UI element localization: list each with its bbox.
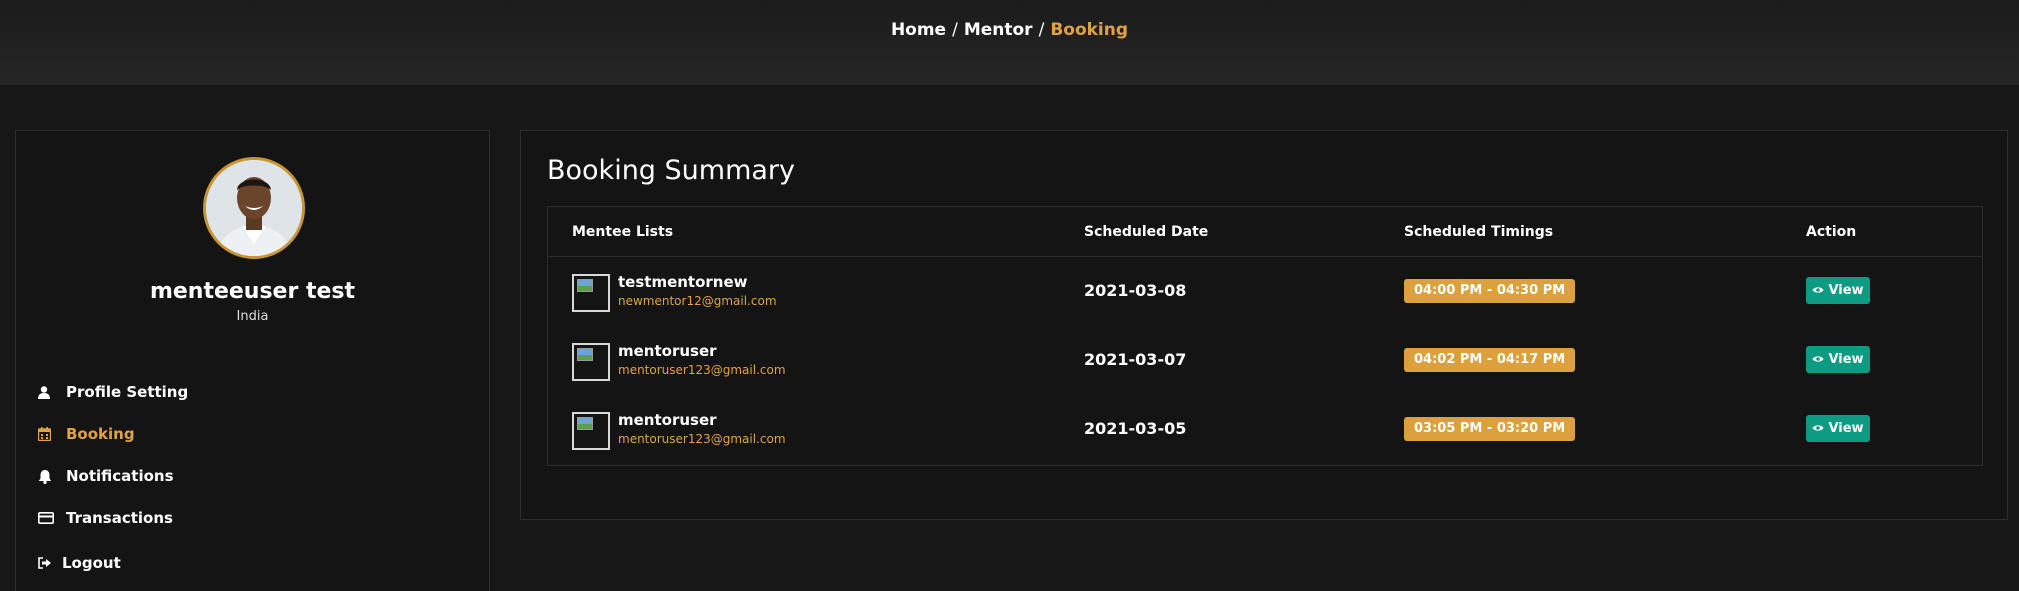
breadcrumb-current: Booking bbox=[1050, 20, 1129, 40]
breadcrumb-separator: / bbox=[1038, 20, 1045, 40]
scheduled-time-badge: 03:05 PM - 03:20 PM bbox=[1404, 417, 1576, 441]
avatar bbox=[203, 157, 305, 259]
scheduled-date: 2021-03-07 bbox=[1084, 350, 1187, 369]
mentor-email: mentoruser123@gmail.com bbox=[618, 432, 786, 446]
profile-sidebar: menteeuser test India Profile Setting Bo… bbox=[15, 130, 490, 591]
bell-icon bbox=[38, 469, 66, 484]
table-row: mentoruser mentoruser123@gmail.com 2021-… bbox=[548, 326, 1982, 395]
table-row: mentoruser mentoruser123@gmail.com 2021-… bbox=[548, 395, 1982, 464]
sign-out-icon bbox=[38, 557, 62, 569]
booking-summary-panel: Booking Summary Mentee Lists Scheduled D… bbox=[520, 130, 2008, 520]
scheduled-date: 2021-03-08 bbox=[1084, 281, 1187, 300]
column-header-scheduled-timings: Scheduled Timings bbox=[1404, 224, 1554, 240]
column-header-mentee-lists: Mentee Lists bbox=[572, 224, 674, 240]
sidebar-item-label: Profile Setting bbox=[66, 383, 189, 401]
eye-icon bbox=[1812, 421, 1824, 436]
breadcrumb: Home / Mentor / Booking bbox=[0, 20, 2019, 40]
sidebar-item-transactions[interactable]: Transactions bbox=[38, 497, 458, 539]
view-button[interactable]: View bbox=[1806, 415, 1870, 442]
scheduled-time-badge: 04:02 PM - 04:17 PM bbox=[1404, 348, 1576, 372]
mentor-image-broken[interactable] bbox=[572, 343, 610, 381]
profile-country: India bbox=[236, 309, 269, 324]
view-button-label: View bbox=[1828, 352, 1864, 367]
table-header: Mentee Lists Scheduled Date Scheduled Ti… bbox=[548, 207, 1982, 257]
mentor-name[interactable]: mentoruser bbox=[618, 411, 717, 429]
user-icon bbox=[38, 385, 66, 399]
view-button[interactable]: View bbox=[1806, 277, 1870, 304]
sidebar-item-notifications[interactable]: Notifications bbox=[38, 455, 458, 497]
page-title: Booking Summary bbox=[547, 155, 796, 186]
mentor-email: mentoruser123@gmail.com bbox=[618, 363, 786, 377]
mentor-email: newmentor12@gmail.com bbox=[618, 294, 777, 308]
sidebar-item-label: Logout bbox=[62, 554, 121, 572]
column-header-scheduled-date: Scheduled Date bbox=[1084, 224, 1209, 240]
page-header: Home / Mentor / Booking bbox=[0, 0, 2019, 85]
calendar-icon bbox=[38, 427, 66, 441]
breadcrumb-home-link[interactable]: Home bbox=[891, 20, 946, 40]
view-button-label: View bbox=[1828, 421, 1864, 436]
column-header-action: Action bbox=[1806, 224, 1857, 240]
scheduled-time-badge: 04:00 PM - 04:30 PM bbox=[1404, 279, 1576, 303]
sidebar-item-booking[interactable]: Booking bbox=[38, 413, 458, 455]
credit-card-icon bbox=[38, 512, 66, 524]
view-button-label: View bbox=[1828, 283, 1864, 298]
sidebar-item-profile-setting[interactable]: Profile Setting bbox=[38, 371, 458, 413]
breadcrumb-mentor-link[interactable]: Mentor bbox=[964, 20, 1033, 40]
sidebar-menu: Profile Setting Booking Notifications Tr… bbox=[38, 371, 458, 584]
mentor-name[interactable]: mentoruser bbox=[618, 342, 717, 360]
profile-name: menteeuser test bbox=[149, 279, 356, 304]
mentor-image-broken[interactable] bbox=[572, 412, 610, 450]
sidebar-item-label: Booking bbox=[66, 425, 135, 443]
scheduled-date: 2021-03-05 bbox=[1084, 419, 1187, 438]
eye-icon bbox=[1812, 352, 1824, 367]
view-button[interactable]: View bbox=[1806, 346, 1870, 373]
mentor-image-broken[interactable] bbox=[572, 274, 610, 312]
booking-table: Mentee Lists Scheduled Date Scheduled Ti… bbox=[547, 206, 1983, 466]
sidebar-item-label: Notifications bbox=[66, 467, 174, 485]
sidebar-item-label: Transactions bbox=[66, 509, 173, 527]
mentor-name[interactable]: testmentornew bbox=[618, 273, 748, 291]
sidebar-item-logout[interactable]: Logout bbox=[38, 542, 458, 584]
table-row: testmentornew newmentor12@gmail.com 2021… bbox=[548, 257, 1982, 326]
eye-icon bbox=[1812, 283, 1824, 298]
breadcrumb-separator: / bbox=[952, 20, 958, 40]
